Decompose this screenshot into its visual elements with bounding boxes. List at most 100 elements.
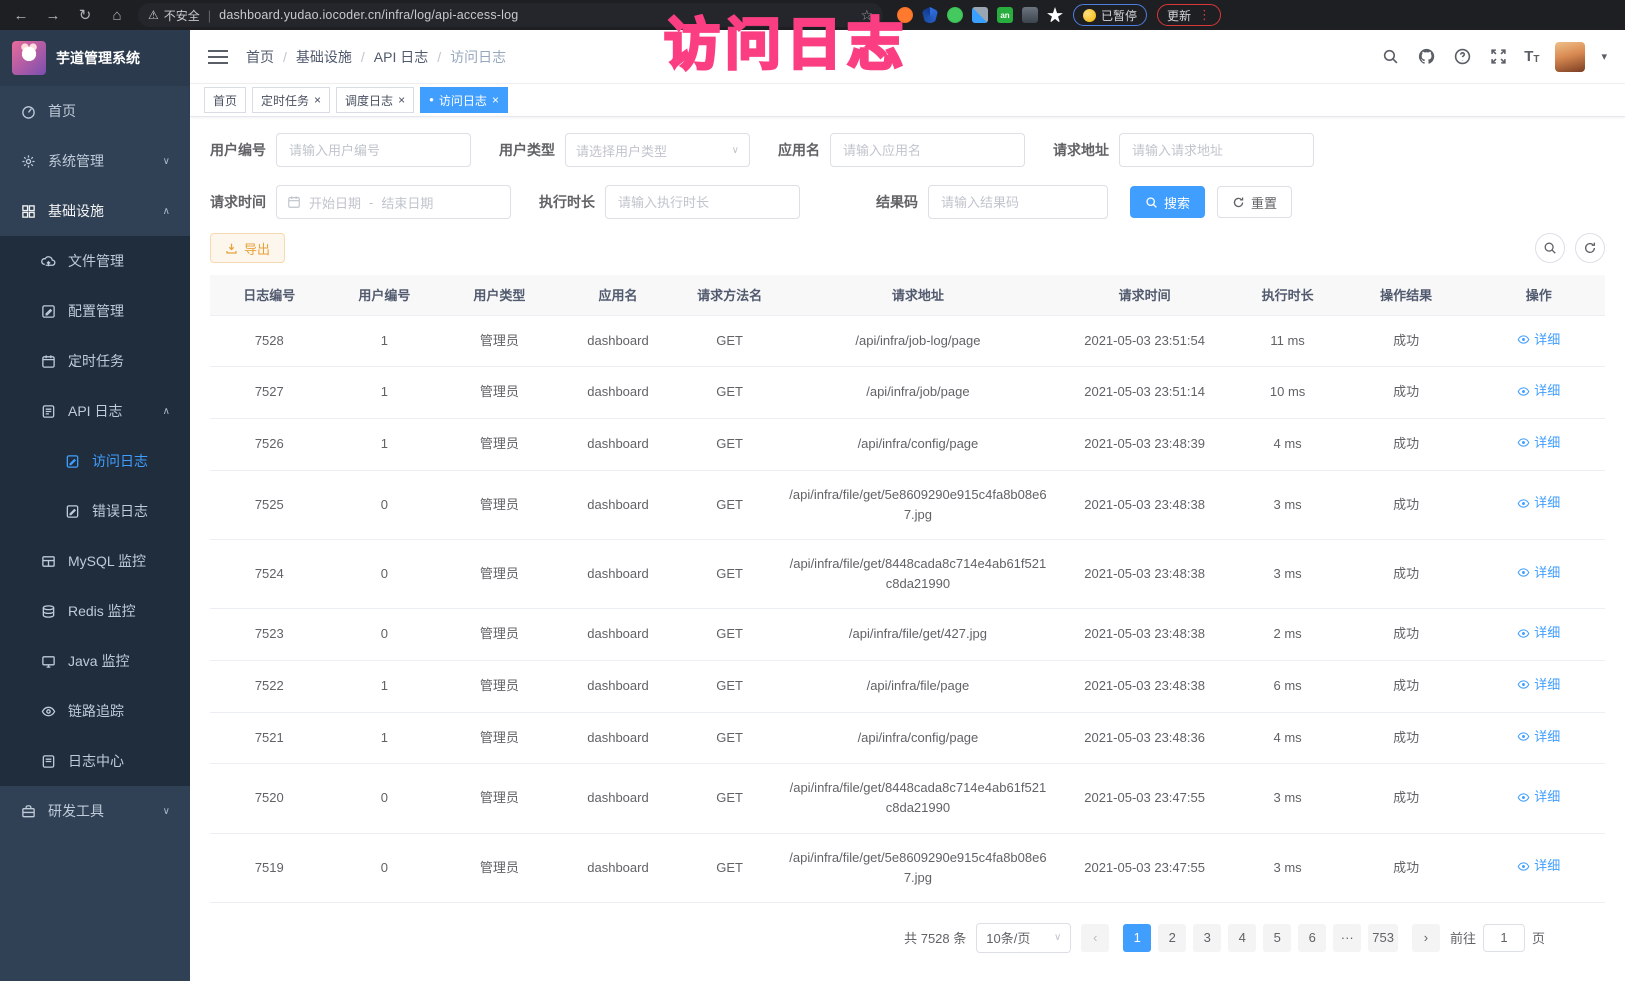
close-icon[interactable]: × xyxy=(398,93,405,107)
column-header: 日志编号 xyxy=(210,275,329,315)
duration-input[interactable] xyxy=(605,185,800,219)
prev-page-button[interactable]: ‹ xyxy=(1081,924,1109,952)
fullscreen-icon[interactable] xyxy=(1488,47,1508,67)
detail-link[interactable]: 详细 xyxy=(1517,675,1560,695)
detail-link[interactable]: 详细 xyxy=(1517,381,1560,401)
page-number[interactable]: 5 xyxy=(1263,924,1291,952)
detail-link[interactable]: 详细 xyxy=(1517,493,1560,513)
avatar-caret-icon[interactable]: ▾ xyxy=(1601,50,1607,63)
page-number[interactable]: 2 xyxy=(1158,924,1186,952)
page-number[interactable]: 4 xyxy=(1228,924,1256,952)
sidebar-item-redis-monitor[interactable]: Redis 监控 xyxy=(0,586,190,636)
eye-icon xyxy=(1517,860,1530,873)
cell-app-name: dashboard xyxy=(559,315,678,367)
user-type-select[interactable]: 请选择用户类型 ∨ xyxy=(565,133,750,167)
sidebar-item-api-log[interactable]: API 日志 ∧ xyxy=(0,386,190,436)
sidebar-item-file-mgmt[interactable]: 文件管理 xyxy=(0,236,190,286)
sidebar-item-log-center[interactable]: 日志中心 xyxy=(0,736,190,786)
refresh-table-button[interactable] xyxy=(1575,233,1605,263)
user-id-input[interactable] xyxy=(276,133,471,167)
breadcrumb-item[interactable]: 基础设施 xyxy=(296,47,352,67)
detail-link[interactable]: 详细 xyxy=(1517,563,1560,583)
sidebar-item-dev-tools[interactable]: 研发工具 ∨ xyxy=(0,786,190,836)
detail-link[interactable]: 详细 xyxy=(1517,330,1560,350)
next-page-button[interactable]: › xyxy=(1412,924,1440,952)
bookmark-star-icon[interactable]: ☆ xyxy=(860,7,873,24)
paused-badge[interactable]: 已暂停 xyxy=(1073,4,1147,26)
view-tab[interactable]: ● 首页 × xyxy=(204,87,246,113)
extension-icon[interactable] xyxy=(922,7,938,23)
extension-badge-an[interactable]: an xyxy=(997,7,1013,23)
user-avatar[interactable] xyxy=(1555,42,1585,72)
cell-app-name: dashboard xyxy=(559,833,678,902)
breadcrumb-item[interactable]: 首页 xyxy=(246,47,274,67)
sidebar-item-scheduled-jobs[interactable]: 定时任务 xyxy=(0,336,190,386)
view-tab[interactable]: ● 调度日志 × xyxy=(336,87,414,113)
address-bar[interactable]: ⚠ 不安全 | dashboard.yudao.iocoder.cn/infra… xyxy=(138,3,883,27)
font-size-icon[interactable]: TT xyxy=(1524,48,1539,65)
github-icon[interactable] xyxy=(1416,47,1436,67)
chevron-down-icon: ∨ xyxy=(163,156,170,167)
eye-icon xyxy=(1517,436,1530,449)
help-icon[interactable] xyxy=(1452,47,1472,67)
sidebar-item-config-mgmt[interactable]: 配置管理 xyxy=(0,286,190,336)
page-number[interactable]: ··· xyxy=(1333,924,1361,952)
extension-icon[interactable] xyxy=(947,7,963,23)
sidebar-item-trace[interactable]: 链路追踪 xyxy=(0,686,190,736)
extension-icon[interactable] xyxy=(1047,7,1063,23)
update-button[interactable]: 更新 ⋮ xyxy=(1157,4,1221,26)
view-tab[interactable]: ● 定时任务 × xyxy=(252,87,330,113)
hamburger-icon[interactable] xyxy=(208,50,228,64)
sidebar-item-error-log[interactable]: 错误日志 xyxy=(0,486,190,536)
date-range-picker[interactable]: 开始日期 - 结束日期 xyxy=(276,185,511,219)
close-icon[interactable]: × xyxy=(314,93,321,107)
page-number[interactable]: 6 xyxy=(1298,924,1326,952)
page-number[interactable]: 3 xyxy=(1193,924,1221,952)
cell-log-id: 7524 xyxy=(210,539,329,608)
sidebar-item-access-log[interactable]: 访问日志 xyxy=(0,436,190,486)
breadcrumb-item[interactable]: API 日志 xyxy=(374,47,428,67)
export-button[interactable]: 导出 xyxy=(210,233,285,263)
request-url-input[interactable] xyxy=(1119,133,1314,167)
detail-link[interactable]: 详细 xyxy=(1517,727,1560,747)
cell-user-type: 管理员 xyxy=(440,833,559,902)
view-tab[interactable]: ● 访问日志 × xyxy=(420,87,508,113)
sidebar-item-infrastructure[interactable]: 基础设施 ∧ xyxy=(0,186,190,236)
page-number[interactable]: 753 xyxy=(1368,924,1398,952)
toggle-search-button[interactable] xyxy=(1535,233,1565,263)
app-name-input[interactable] xyxy=(830,133,1025,167)
dashboard-icon xyxy=(20,103,36,119)
cell-request-time: 2021-05-03 23:48:36 xyxy=(1054,712,1235,764)
browser-back-icon[interactable]: ← xyxy=(10,7,32,24)
goto-page-input[interactable] xyxy=(1483,924,1525,952)
detail-link[interactable]: 详细 xyxy=(1517,856,1560,876)
url-text[interactable]: dashboard.yudao.iocoder.cn/infra/log/api… xyxy=(219,8,852,22)
sidebar-item-system-mgmt[interactable]: 系统管理 ∨ xyxy=(0,136,190,186)
browser-forward-icon[interactable]: → xyxy=(42,7,64,24)
kebab-menu-icon[interactable]: ⋮ xyxy=(1198,7,1211,23)
sidebar-item-mysql-monitor[interactable]: MySQL 监控 xyxy=(0,536,190,586)
extension-icon[interactable] xyxy=(897,7,913,23)
browser-reload-icon[interactable]: ↻ xyxy=(74,6,96,24)
page-size-select[interactable]: 10条/页 ∨ xyxy=(976,923,1071,953)
extension-icon[interactable] xyxy=(972,7,988,23)
browser-home-icon[interactable]: ⌂ xyxy=(106,7,128,24)
sidebar-item-home[interactable]: 首页 xyxy=(0,86,190,136)
request-url-label: 请求地址 xyxy=(1053,140,1109,160)
column-header: 操作结果 xyxy=(1340,275,1473,315)
detail-link[interactable]: 详细 xyxy=(1517,623,1560,643)
page-number[interactable]: 1 xyxy=(1123,924,1151,952)
cell-request-url: /api/infra/config/page xyxy=(782,712,1054,764)
close-icon[interactable]: × xyxy=(492,93,499,107)
search-button[interactable]: 搜索 xyxy=(1130,186,1205,218)
detail-link[interactable]: 详细 xyxy=(1517,787,1560,807)
search-icon[interactable] xyxy=(1380,47,1400,67)
cell-request-time: 2021-05-03 23:48:38 xyxy=(1054,470,1235,539)
extension-icon[interactable] xyxy=(1022,7,1038,23)
result-code-input[interactable] xyxy=(928,185,1108,219)
redis-db-icon xyxy=(40,603,56,619)
reset-button[interactable]: 重置 xyxy=(1217,186,1292,218)
sidebar-item-java-monitor[interactable]: Java 监控 xyxy=(0,636,190,686)
search-icon xyxy=(1543,241,1557,255)
detail-link[interactable]: 详细 xyxy=(1517,433,1560,453)
